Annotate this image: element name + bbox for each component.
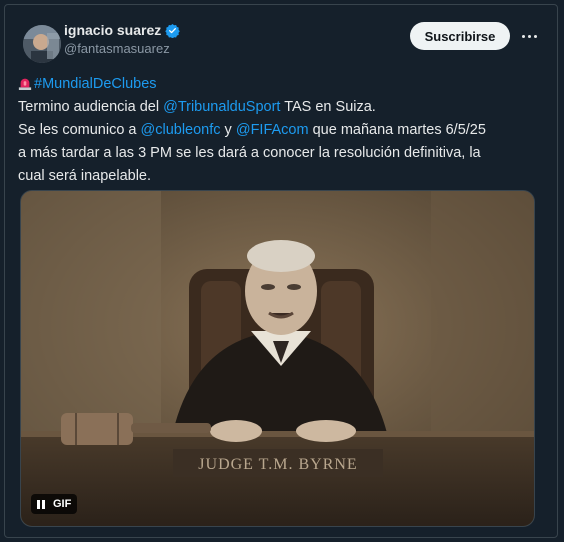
pause-icon[interactable] (37, 499, 45, 509)
text-segment: que mañana martes 6/5/25 (308, 122, 486, 138)
author-name[interactable]: ignacio suarez (64, 22, 161, 38)
mention-tribunal[interactable]: @TribunalduSport (163, 99, 280, 115)
judge-nameplate: JUDGE T.M. BYRNE (198, 456, 357, 473)
author-handle[interactable]: @fantasmasuarez (64, 41, 170, 56)
hashtag-line: #MundialDeClubes (18, 73, 543, 96)
more-options-icon[interactable] (517, 30, 541, 42)
text-segment: y (220, 122, 236, 138)
mention-clubleon[interactable]: @clubleonfc (141, 122, 221, 138)
gif-frame-judge: JUDGE T.M. BYRNE (21, 191, 534, 526)
author-name-row[interactable]: ignacio suarez (64, 22, 181, 38)
siren-icon (18, 78, 32, 90)
gif-media[interactable]: JUDGE T.M. BYRNE GIF (20, 190, 535, 527)
text-line-1: Termino audiencia del @TribunalduSport T… (18, 96, 543, 119)
text-segment: Se les comunico a (18, 122, 141, 138)
text-segment: TAS en Suiza. (280, 99, 376, 115)
text-line-3: a más tardar a las 3 PM se les dará a co… (18, 145, 481, 161)
gif-controls: GIF (31, 494, 78, 514)
mention-fifa[interactable]: @FIFAcom (236, 122, 309, 138)
verified-badge-icon (165, 23, 181, 38)
tweet-text: #MundialDeClubes Termino audiencia del @… (18, 73, 543, 188)
text-line-4: cual será inapelable. (18, 168, 152, 184)
hashtag-link[interactable]: #MundialDeClubes (34, 76, 157, 92)
subscribe-button[interactable]: Suscribirse (410, 22, 510, 50)
text-line-2: Se les comunico a @clubleonfc y @FIFAcom… (18, 119, 543, 142)
avatar[interactable] (23, 25, 61, 63)
gif-badge: GIF (53, 498, 72, 510)
text-segment: Termino audiencia del (18, 99, 164, 115)
